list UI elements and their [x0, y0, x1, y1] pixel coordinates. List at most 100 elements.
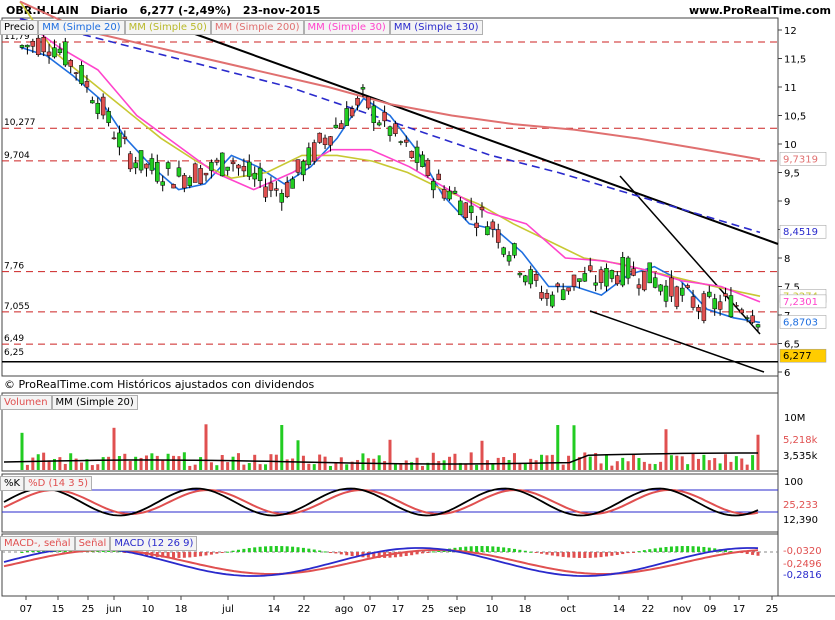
candle-body	[679, 287, 685, 296]
legend-macd-hist[interactable]: MACD-, señal	[0, 536, 75, 551]
candle-body	[198, 168, 203, 184]
candle-body	[403, 139, 409, 143]
macd-histogram-bar	[291, 546, 295, 552]
macd-histogram-bar	[188, 552, 192, 558]
legend-volume-sma[interactable]: MM (Simple 20)	[51, 395, 138, 410]
candle-body	[138, 150, 144, 171]
volume-bar	[561, 464, 565, 470]
volume-bar	[264, 464, 268, 470]
volume-bar	[680, 456, 684, 470]
macd-histogram-bar	[604, 552, 608, 557]
candle-body	[236, 164, 241, 169]
volume-bar	[702, 454, 706, 470]
candle-body	[669, 277, 674, 297]
candle-body	[149, 158, 155, 171]
macd-histogram-bar	[702, 546, 706, 552]
macd-histogram-bar	[415, 552, 419, 555]
legend-stoch-k[interactable]: %K	[0, 476, 25, 491]
volume-bar	[307, 463, 311, 470]
volume-bar	[144, 455, 148, 470]
candle-body	[707, 291, 712, 297]
volume-bar	[361, 453, 365, 470]
candle-body	[160, 181, 165, 186]
legend-price[interactable]: Precio	[0, 20, 39, 35]
macd-histogram-bar	[307, 548, 311, 552]
volume-bar	[529, 458, 533, 470]
legend-sma30[interactable]: MM (Simple 30)	[303, 20, 390, 35]
macd-histogram-bar	[328, 552, 332, 553]
x-tick-label: 25	[766, 604, 779, 615]
candle-body	[274, 188, 279, 191]
legend-macd-signal[interactable]: Señal	[74, 536, 111, 551]
candle-body	[555, 283, 561, 287]
macd-histogram-bar	[426, 552, 430, 553]
candle-body	[441, 189, 447, 199]
candle-body	[360, 87, 366, 90]
price-tick-label: 8	[784, 254, 790, 265]
candle-body	[458, 200, 463, 216]
volume-bar	[485, 460, 489, 470]
macd-histogram-bar	[193, 552, 197, 557]
candle-body	[523, 275, 528, 283]
candle-body	[609, 270, 615, 279]
price-value-label: 7,2301	[783, 297, 818, 308]
moving-average-line	[19, 17, 761, 234]
trend-line-lower	[589, 310, 765, 373]
legend-macd[interactable]: MACD (12 26 9)	[110, 536, 198, 551]
legend-sma200[interactable]: MM (Simple 200)	[210, 20, 304, 35]
macd-histogram-bar	[637, 551, 641, 553]
volume-value-label: 5,218k	[783, 435, 818, 446]
candle-body	[30, 40, 36, 47]
candle-body	[117, 132, 122, 148]
volume-bar	[464, 463, 468, 470]
x-tick-label: 09	[704, 604, 717, 615]
candle-body	[192, 163, 198, 183]
price-chart-svg: 1211,51110,5109,598,587,576,5611,7910,27…	[1, 0, 835, 615]
volume-bar	[247, 463, 251, 470]
legend-sma20[interactable]: MM (Simple 20)	[38, 20, 125, 35]
candle-body	[452, 190, 458, 194]
candle-body	[111, 137, 117, 140]
macd-histogram-bar	[577, 552, 581, 558]
candle-body	[409, 150, 414, 158]
candle-body	[490, 221, 496, 230]
price-value-label: 8,4519	[783, 227, 818, 238]
candle-body	[701, 293, 707, 321]
candle-body	[257, 167, 263, 182]
candle-body	[734, 305, 739, 307]
candle-body	[398, 141, 404, 143]
macd-histogram-bar	[296, 547, 300, 552]
volume-bar	[696, 458, 700, 470]
price-tick-label: 9	[784, 197, 790, 208]
macd-histogram-bar	[686, 546, 690, 552]
candle-body	[566, 287, 571, 292]
x-tick-label: 14	[613, 604, 626, 615]
candle-body	[100, 96, 106, 116]
macd-histogram-bar	[280, 546, 284, 552]
candle-body	[279, 193, 285, 203]
candle-body	[106, 111, 111, 123]
volume-bar	[751, 455, 755, 470]
macd-histogram-bar	[199, 552, 203, 557]
macd-histogram-bar	[269, 546, 273, 552]
volume-bar	[204, 424, 208, 470]
volume-bar	[686, 464, 690, 470]
legend-stoch-d[interactable]: %D (14 3 5)	[24, 476, 93, 491]
legend-volume[interactable]: Volumen	[0, 395, 52, 410]
macd-histogram-bar	[675, 546, 679, 552]
volume-bar	[356, 459, 360, 470]
macd-histogram-bar	[691, 546, 695, 552]
volume-bar	[377, 455, 381, 470]
legend-sma50[interactable]: MM (Simple 50)	[124, 20, 211, 35]
macd-histogram-bar	[696, 546, 700, 552]
candle-body	[35, 37, 41, 55]
volume-bar	[372, 458, 376, 470]
macd-histogram-bar	[610, 552, 614, 556]
price-value-label: 6,8703	[783, 317, 818, 328]
candle-body	[382, 112, 387, 122]
candle-body	[512, 243, 517, 256]
x-tick-label: 10	[486, 604, 499, 615]
candle-body	[544, 292, 550, 299]
legend-sma130[interactable]: MM (Simple 130)	[389, 20, 483, 35]
volume-bar	[480, 440, 484, 470]
